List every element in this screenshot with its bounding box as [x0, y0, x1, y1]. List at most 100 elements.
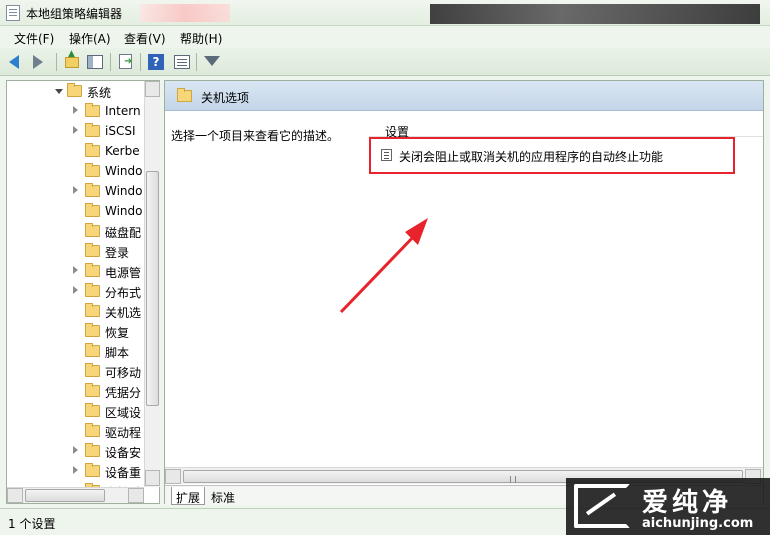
expand-arrow-icon[interactable] — [73, 446, 78, 454]
annotation-highlight-box — [369, 137, 735, 174]
tree-item-label: Kerbe — [105, 144, 140, 158]
tree-item[interactable]: 设备重 — [7, 461, 145, 481]
tree-item[interactable]: 磁盘配 — [7, 221, 145, 241]
properties-icon[interactable] — [172, 52, 192, 72]
window-title: 本地组策略编辑器 — [26, 7, 123, 21]
tree-item[interactable]: 脚本 — [7, 341, 145, 361]
toolbar-separator — [110, 53, 111, 71]
folder-icon — [67, 83, 82, 97]
toolbar: ? — [0, 48, 770, 76]
tree-item-label: 登录 — [105, 246, 130, 260]
folder-icon — [85, 263, 100, 277]
toolbar-separator — [140, 53, 141, 71]
tree-item[interactable]: 电源管 — [7, 261, 145, 281]
folder-icon — [85, 183, 100, 197]
tree-item[interactable]: 分布式 — [7, 281, 145, 301]
title-background-decoration — [140, 4, 230, 22]
tree-item[interactable]: 登录 — [7, 241, 145, 261]
show-hide-tree-icon[interactable] — [85, 52, 105, 72]
watermark: 爱纯净 aichunjing.com — [566, 478, 770, 535]
tab-extended[interactable]: 扩展 — [171, 487, 206, 505]
tab-standard[interactable]: 标准 — [207, 487, 239, 505]
tree-item-label: 区域设 — [105, 406, 142, 420]
expand-arrow-icon[interactable] — [73, 186, 78, 194]
tree-item[interactable]: 凭据分 — [7, 381, 145, 401]
tree-item[interactable]: 可移动 — [7, 361, 145, 381]
scroll-up-button[interactable] — [145, 81, 160, 97]
tree-item-label: 设备重 — [105, 466, 142, 480]
app-icon — [6, 5, 20, 21]
tree-item[interactable]: Kerbe — [7, 141, 145, 161]
folder-icon — [85, 163, 100, 177]
tree-item[interactable]: Windo — [7, 201, 145, 221]
tree-item[interactable]: 关机选 — [7, 301, 145, 321]
scroll-left-button[interactable] — [165, 469, 181, 484]
scroll-left-button[interactable] — [7, 488, 23, 503]
forward-icon[interactable] — [28, 52, 48, 72]
folder-icon — [177, 88, 192, 102]
scroll-thumb[interactable] — [25, 489, 105, 502]
back-icon[interactable] — [6, 52, 26, 72]
collapse-arrow-icon[interactable] — [55, 89, 63, 94]
folder-icon — [85, 363, 100, 377]
scroll-right-button[interactable] — [128, 488, 144, 503]
tree-item[interactable]: 系统 — [7, 81, 145, 101]
tree-item-label: 系统 — [87, 86, 112, 100]
watermark-url: aichunjing.com — [642, 516, 754, 531]
tree-item-label: 脚本 — [105, 346, 130, 360]
tree-item-label: 分布式 — [105, 286, 142, 300]
tree-item-label: Intern — [105, 104, 141, 118]
up-folder-icon[interactable] — [62, 49, 82, 72]
tree-item-label: 驱动程 — [105, 426, 142, 440]
menu-help[interactable]: 帮助(H) — [180, 30, 222, 47]
tree-item[interactable]: iSCSI — [7, 121, 145, 141]
folder-icon — [85, 223, 100, 237]
folder-icon — [85, 103, 100, 117]
expand-arrow-icon[interactable] — [73, 126, 78, 134]
folder-icon — [85, 203, 100, 217]
tree-horizontal-scrollbar[interactable] — [7, 487, 144, 503]
description-text: 选择一个项目来查看它的描述。 — [171, 129, 340, 143]
tree-item-label: 关机选 — [105, 306, 142, 320]
tree-item-label: Windo — [105, 204, 143, 218]
menu-action[interactable]: 操作(A) — [69, 30, 111, 47]
tree-item[interactable]: Windo — [7, 181, 145, 201]
tree-item[interactable]: 设备安 — [7, 441, 145, 461]
tree-item-label: 设备安 — [105, 446, 142, 460]
tree-item-label: 电源管 — [105, 266, 142, 280]
export-list-icon[interactable] — [116, 52, 136, 72]
folder-icon — [85, 343, 100, 357]
folder-icon — [85, 283, 100, 297]
tree-item[interactable]: Windo — [7, 161, 145, 181]
expand-arrow-icon[interactable] — [73, 106, 78, 114]
title-bar: 本地组策略编辑器 — [0, 0, 770, 26]
tree-item[interactable]: 驱动程 — [7, 421, 145, 441]
menu-view[interactable]: 查看(V) — [124, 30, 166, 47]
window-controls-area — [430, 4, 760, 24]
status-text: 1 个设置 — [8, 517, 56, 531]
folder-icon — [85, 403, 100, 417]
watermark-text: 爱纯净 — [642, 488, 733, 518]
tree-item-label: iSCSI — [105, 124, 136, 138]
folder-icon — [85, 423, 100, 437]
folder-icon — [85, 383, 100, 397]
tree-item[interactable]: Intern — [7, 101, 145, 121]
tree-item[interactable]: 恢复 — [7, 321, 145, 341]
tree-item[interactable]: 区域设 — [7, 401, 145, 421]
toolbar-separator — [56, 53, 57, 71]
expand-arrow-icon[interactable] — [73, 286, 78, 294]
tree-vertical-scrollbar[interactable] — [144, 81, 160, 487]
expand-arrow-icon[interactable] — [73, 266, 78, 274]
menu-file[interactable]: 文件(F) — [14, 30, 54, 47]
scroll-thumb[interactable] — [146, 171, 159, 406]
help-icon[interactable]: ? — [146, 52, 166, 72]
folder-icon — [85, 303, 100, 317]
tree-item-label: 恢复 — [105, 326, 130, 340]
folder-title: 关机选项 — [201, 91, 250, 105]
scroll-down-button[interactable] — [145, 470, 160, 486]
settings-column-header[interactable]: 设置 — [369, 115, 763, 139]
folder-icon — [85, 463, 100, 477]
expand-arrow-icon[interactable] — [73, 466, 78, 474]
tree-item-label: Windo — [105, 164, 143, 178]
filter-icon[interactable] — [202, 52, 222, 72]
